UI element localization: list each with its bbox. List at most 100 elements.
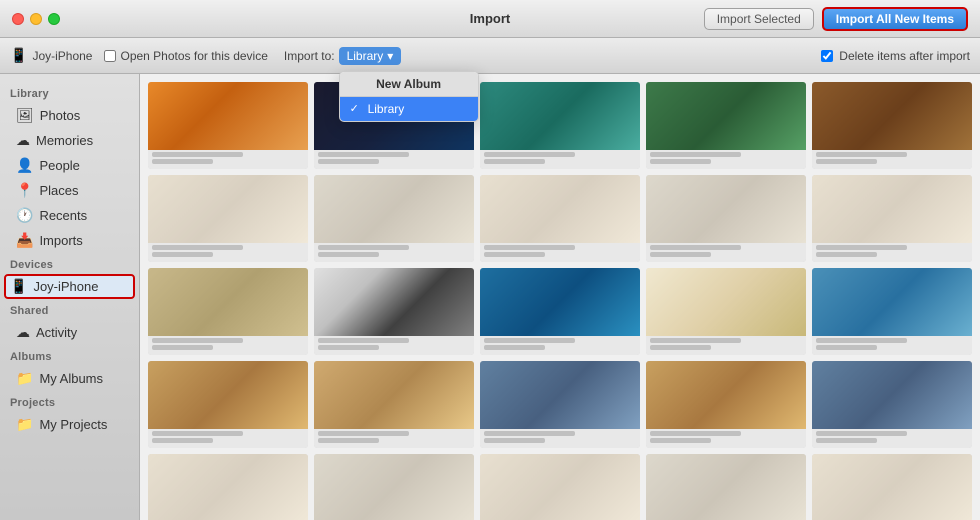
photo-cell[interactable] [148, 82, 308, 169]
photo-meta-line [318, 338, 409, 343]
photo-cell[interactable] [148, 361, 308, 448]
photo-thumbnail [314, 268, 474, 336]
toolbar-right: Delete items after import [821, 49, 970, 63]
sidebar-item-people[interactable]: 👤 People [0, 153, 139, 178]
photo-meta [646, 243, 806, 262]
photo-cell[interactable] [314, 361, 474, 448]
photo-thumbnail [480, 175, 640, 243]
sidebar-imports-label: Imports [39, 233, 82, 248]
photo-meta-line [318, 159, 379, 164]
open-photos-option[interactable]: Open Photos for this device [104, 49, 267, 63]
photo-meta [646, 150, 806, 169]
import-selected-button[interactable]: Import Selected [704, 8, 814, 30]
photo-meta-line [650, 159, 711, 164]
sidebar-activity-label: Activity [36, 325, 77, 340]
open-photos-checkbox[interactable] [104, 50, 116, 62]
sidebar-my-albums-label: My Albums [39, 371, 103, 386]
photo-cell[interactable] [812, 454, 972, 520]
photo-thumbnail [646, 82, 806, 150]
photo-meta-line [484, 252, 545, 257]
photo-meta-line [650, 338, 741, 343]
delete-after-import-label: Delete items after import [839, 49, 970, 63]
imports-icon: 📥 [16, 232, 33, 249]
photo-cell[interactable] [148, 268, 308, 355]
shared-section-label: Shared [0, 299, 139, 320]
sidebar-item-recents[interactable]: 🕐 Recents [0, 203, 139, 228]
photo-meta [314, 336, 474, 355]
photo-thumbnail [646, 454, 806, 520]
photo-meta-line [650, 438, 711, 443]
photo-meta [480, 243, 640, 262]
memories-icon: ☁ [16, 132, 30, 149]
photo-meta-line [318, 345, 379, 350]
sidebar-item-activity[interactable]: ☁ Activity [0, 320, 139, 345]
delete-after-import-checkbox[interactable] [821, 50, 833, 62]
close-button[interactable] [12, 13, 24, 25]
photo-meta-line [816, 252, 877, 257]
photo-cell[interactable] [314, 454, 474, 520]
photo-cell[interactable] [646, 268, 806, 355]
minimize-button[interactable] [30, 13, 42, 25]
photo-cell[interactable] [646, 175, 806, 262]
activity-icon: ☁ [16, 324, 30, 341]
photo-meta [646, 429, 806, 448]
photo-cell[interactable] [812, 268, 972, 355]
import-to-dropdown-menu: New Album ✓ Library [339, 71, 479, 122]
sidebar-item-places[interactable]: 📍 Places [0, 178, 139, 203]
people-icon: 👤 [16, 157, 33, 174]
toolbar-device-label: Joy-iPhone [32, 49, 92, 63]
photo-meta-line [816, 159, 877, 164]
sidebar-recents-label: Recents [39, 208, 87, 223]
sidebar-item-my-projects[interactable]: 📁 My Projects [0, 412, 139, 437]
photo-cell[interactable] [646, 361, 806, 448]
photo-meta-line [152, 159, 213, 164]
photo-cell[interactable] [314, 175, 474, 262]
photo-cell[interactable] [646, 454, 806, 520]
photo-meta-line [484, 338, 575, 343]
photo-cell[interactable] [480, 454, 640, 520]
import-all-button[interactable]: Import All New Items [822, 7, 968, 31]
photo-meta [480, 429, 640, 448]
photo-cell[interactable] [812, 361, 972, 448]
photo-meta [812, 150, 972, 169]
photo-meta-line [152, 431, 243, 436]
open-photos-label: Open Photos for this device [120, 49, 267, 63]
photo-meta [314, 429, 474, 448]
import-to-label: Import to: [284, 49, 335, 63]
sidebar-my-projects-label: My Projects [39, 417, 107, 432]
photo-cell[interactable] [646, 82, 806, 169]
traffic-lights [12, 13, 60, 25]
photo-meta-line [318, 152, 409, 157]
photo-thumbnail [314, 454, 474, 520]
sidebar-photos-label: Photos [40, 108, 80, 123]
sidebar-item-joy-iphone[interactable]: 📱 Joy-iPhone [4, 274, 135, 299]
sidebar-item-my-albums[interactable]: 📁 My Albums [0, 366, 139, 391]
photo-cell[interactable] [812, 82, 972, 169]
photo-thumbnail [148, 82, 308, 150]
photo-cell[interactable] [148, 175, 308, 262]
sidebar-item-photos[interactable]: 🖼 Photos [0, 103, 139, 128]
iphone-sidebar-icon: 📱 [10, 278, 27, 295]
photo-meta [646, 336, 806, 355]
maximize-button[interactable] [48, 13, 60, 25]
photo-cell[interactable] [480, 175, 640, 262]
dropdown-item-library[interactable]: ✓ Library [340, 97, 478, 121]
photo-cell[interactable] [148, 454, 308, 520]
places-icon: 📍 [16, 182, 33, 199]
import-to-dropdown-button[interactable]: Library ▾ [339, 47, 402, 65]
my-albums-icon: 📁 [16, 370, 33, 387]
photo-cell[interactable] [480, 361, 640, 448]
photo-thumbnail [314, 361, 474, 429]
photo-meta [148, 150, 308, 169]
photo-meta-line [152, 438, 213, 443]
photo-grid-content [140, 74, 980, 520]
photo-thumbnail [148, 268, 308, 336]
photo-thumbnail [812, 361, 972, 429]
photo-cell[interactable] [480, 82, 640, 169]
photo-cell[interactable] [480, 268, 640, 355]
toolbar: 📱 Joy-iPhone Open Photos for this device… [0, 38, 980, 74]
sidebar-item-imports[interactable]: 📥 Imports [0, 228, 139, 253]
photo-cell[interactable] [812, 175, 972, 262]
photo-cell[interactable] [314, 268, 474, 355]
sidebar-item-memories[interactable]: ☁ Memories [0, 128, 139, 153]
